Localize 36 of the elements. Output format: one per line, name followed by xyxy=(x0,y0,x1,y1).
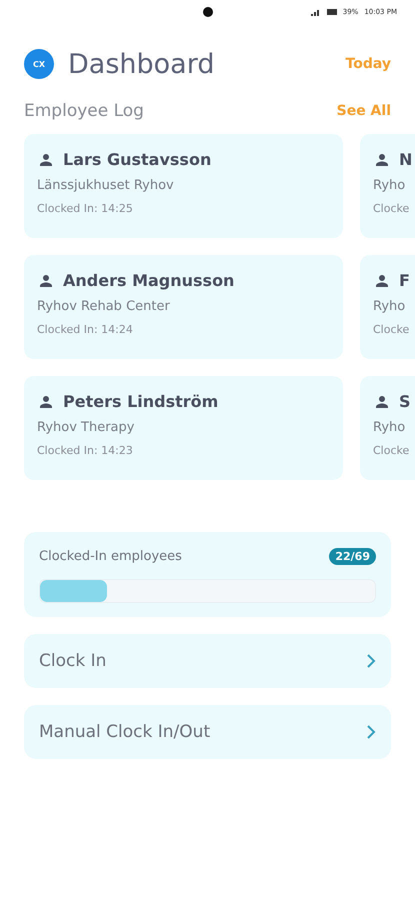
progress-label: Clocked-In employees xyxy=(39,549,182,564)
clock-in-time: Clocke xyxy=(373,444,410,457)
employee-location: Ryhov Therapy xyxy=(37,420,136,435)
employee-name: N xyxy=(399,150,412,169)
employee-name: Peters Lindström xyxy=(63,392,218,411)
clock-in-time: Clocked In: 14:25 xyxy=(37,202,134,215)
count-badge: 22/69 xyxy=(329,548,376,565)
employee-name: S xyxy=(399,392,411,411)
employee-card[interactable]: Anders Magnusson Ryhov Rehab Center Clocked In: 14:24 xyxy=(24,255,343,359)
signal-icon xyxy=(310,8,321,16)
action-button[interactable]: Clock In xyxy=(24,634,391,688)
employee-location: Ryho xyxy=(373,420,406,435)
avatar[interactable]: CX xyxy=(24,49,54,79)
employee-card[interactable]: Peters Lindström Ryhov Therapy Clocked In: 14:23 xyxy=(24,376,343,480)
battery-icon xyxy=(326,9,337,15)
chevron-icon xyxy=(366,725,376,739)
action-button[interactable]: Manual Clock In/Out xyxy=(24,705,391,759)
section-title: Employee Log xyxy=(24,101,144,121)
clock-in-time: Clocke xyxy=(373,323,410,336)
camera-dot xyxy=(203,7,213,17)
employee-card[interactable]: F Ryho Clocke xyxy=(360,255,415,359)
employee-card[interactable]: N Ryho Clocke xyxy=(360,134,415,238)
employee-location: Länssjukhuset Ryhov xyxy=(37,178,175,193)
employee-location: Ryho xyxy=(373,299,406,314)
clock-in-time: Clocked In: 14:24 xyxy=(37,323,134,336)
employee-location: Ryhov Rehab Center xyxy=(37,299,171,314)
employee-name: Anders Magnusson xyxy=(63,271,234,290)
employee-location: Ryho xyxy=(373,178,406,193)
clock-in-time: Clocke xyxy=(373,202,410,215)
clock-in-time: Clocked In: 14:23 xyxy=(37,444,134,457)
employee-card[interactable]: Lars Gustavsson Länssjukhuset Ryhov Clocked In: 14:25 xyxy=(24,134,343,238)
page-title: Dashboard xyxy=(68,48,216,80)
employee-name: Lars Gustavsson xyxy=(63,150,212,169)
chevron-icon xyxy=(366,654,376,668)
employee-name: F xyxy=(399,271,410,290)
employee-card[interactable]: S Ryho Clocke xyxy=(360,376,415,480)
